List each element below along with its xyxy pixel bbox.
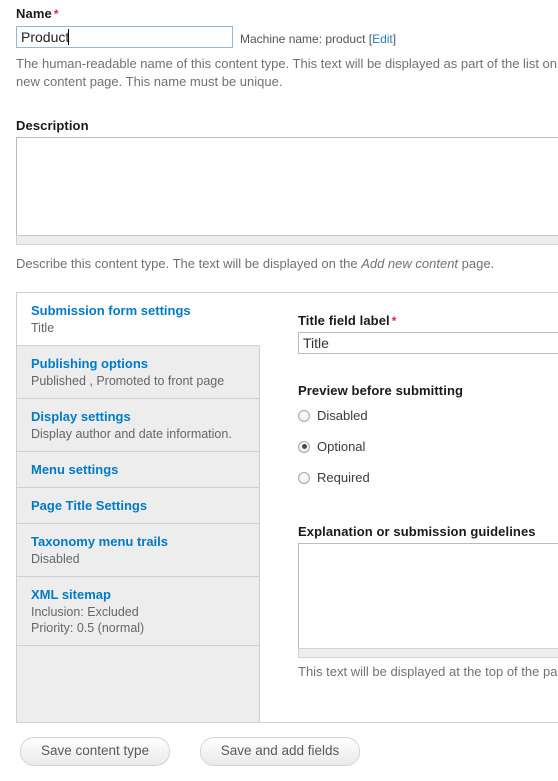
vertical-tab-title: Menu settings — [31, 462, 119, 477]
vertical-tab-summary: Title — [31, 321, 55, 335]
name-input[interactable] — [16, 26, 233, 48]
title-field-label-text: Title field label — [298, 313, 390, 328]
vertical-tab-summary: Inclusion: Excluded Priority: 0.5 (norma… — [31, 605, 145, 635]
name-label-text: Name — [16, 6, 52, 21]
name-field-label: Name * — [16, 6, 59, 21]
vertical-tab-title: Publishing options — [31, 356, 148, 371]
content-type-edit-form: Name* Machine name: product [Edit] The h… — [0, 0, 558, 781]
machine-name-edit-link[interactable]: Edit — [372, 32, 393, 46]
radio-optional-icon[interactable] — [298, 440, 310, 453]
name-field-help: The human-readable name of this content … — [16, 56, 558, 89]
explanation-textarea[interactable] — [298, 543, 558, 648]
vertical-tab-item[interactable]: Publishing options Published , Promoted t… — [17, 346, 259, 399]
save-content-type-button[interactable]: Save content type — [20, 737, 171, 766]
form-actions: Save content type Save and add fields — [20, 737, 386, 766]
description-textarea[interactable] — [16, 137, 558, 235]
text-cursor — [68, 29, 69, 45]
vertical-tab-title: Page Title Settings — [31, 498, 148, 513]
radio-disabled-label: Disabled — [317, 408, 368, 423]
name-required-marker: * — [53, 7, 59, 21]
preview-option-disabled[interactable]: Disabled — [298, 409, 368, 422]
vertical-tab-title: Display settings — [31, 409, 131, 424]
title-field-label: Title field label * — [298, 313, 397, 328]
description-field-label: Description — [16, 118, 89, 133]
preview-option-optional[interactable]: Optional — [298, 440, 365, 453]
preview-before-submitting-label: Preview before submitting — [298, 383, 464, 398]
preview-option-required[interactable]: Required — [298, 471, 370, 484]
description-field-help: Describe this content type. The text wil… — [16, 256, 494, 271]
explanation-help: This text will be displayed at the top o… — [298, 664, 558, 679]
title-field-input[interactable] — [298, 332, 558, 354]
vertical-tab-summary: Published , Promoted to front page — [31, 374, 225, 388]
vertical-tab-title: XML sitemap — [31, 587, 111, 602]
radio-disabled-icon[interactable] — [298, 409, 310, 422]
vertical-tabs: Submission form settings Title Publishing … — [16, 292, 558, 723]
radio-optional-label: Optional — [317, 439, 366, 454]
vertical-tab-summary: Display author and date information. — [31, 427, 232, 441]
description-help-before: Describe this content type. The text wil… — [16, 256, 362, 271]
description-resize-grippie[interactable] — [16, 235, 558, 245]
vertical-tabs-list: Submission form settings Title Publishing … — [17, 293, 260, 722]
radio-required-icon[interactable] — [298, 471, 310, 484]
vertical-tab-item[interactable]: Page Title Settings — [17, 488, 259, 524]
vertical-tab-summary: Disabled — [31, 552, 80, 566]
description-field-label-wrap: Description — [16, 118, 89, 133]
vertical-tab-item[interactable]: Submission form settings Title — [17, 293, 260, 346]
machine-name-display: Machine name: product [Edit] — [240, 32, 396, 46]
machine-name-bracket: ] — [392, 32, 397, 46]
save-and-add-fields-button[interactable]: Save and add fields — [199, 737, 361, 766]
radio-required-label: Required — [317, 470, 370, 485]
title-required-marker: * — [391, 314, 397, 328]
name-field-label-wrap: Name * — [16, 6, 59, 21]
explanation-label: Explanation or submission guidelines — [298, 524, 536, 539]
description-help-emphasis: Add new content — [361, 256, 459, 271]
vertical-tab-item[interactable]: Menu settings — [17, 452, 259, 488]
vertical-tab-item[interactable]: Taxonomy menu trails Disabled — [17, 524, 259, 577]
vertical-tab-title: Submission form settings — [31, 303, 191, 318]
vertical-tab-item[interactable]: Display settings Display author and date … — [17, 399, 259, 452]
description-help-after: page. — [458, 256, 495, 271]
vertical-tab-item[interactable]: XML sitemap Inclusion: Excluded Priority:… — [17, 577, 259, 646]
vertical-tab-title: Taxonomy menu trails — [31, 534, 169, 549]
machine-name-text: Machine name: product [ — [240, 32, 373, 46]
explanation-resize-grippie[interactable] — [298, 648, 558, 658]
